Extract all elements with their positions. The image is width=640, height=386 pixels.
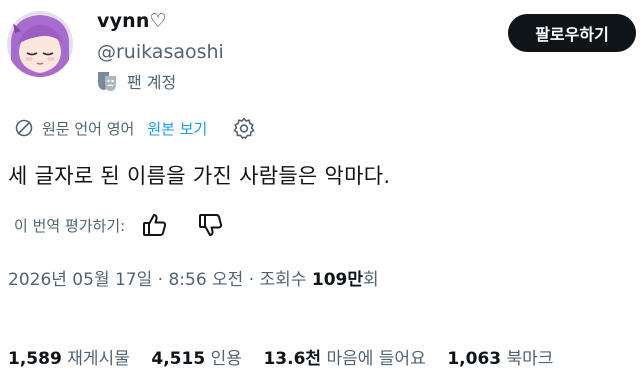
likes-stat[interactable]: 13.6천 마음에 들어요 [263, 349, 425, 369]
globe-icon [14, 118, 34, 138]
avatar-image [7, 11, 73, 77]
tweet-timestamp: 2026년 05월 17일 · 8:56 오전 · 조회수 109만회 [8, 265, 379, 290]
user-handle[interactable]: @ruikasaoshi [97, 41, 224, 63]
retweets-label: 재게시물 [67, 349, 130, 369]
quotes-stat[interactable]: 4,515 인용 [151, 349, 241, 369]
bookmarks-count: 1,063 [447, 349, 502, 369]
theater-mask-icon [97, 70, 117, 92]
gear-icon[interactable] [232, 116, 256, 140]
follow-button[interactable]: 팔로우하기 [508, 14, 636, 52]
view-original-link[interactable]: 원본 보기 [147, 118, 207, 139]
engagement-stats: 1,589 재게시물 4,515 인용 13.6천 마음에 들어요 1,063 … [8, 344, 553, 369]
views-count: 109만 [311, 270, 364, 290]
source-language-label: 원문 언어 영어 [42, 119, 135, 138]
bookmarks-label: 북마크 [506, 349, 554, 369]
views-suffix: 회 [363, 270, 379, 290]
bookmarks-stat[interactable]: 1,063 북마크 [447, 349, 553, 369]
display-name[interactable]: vynn♡ [97, 10, 167, 32]
fan-account-badge: 팬 계정 [97, 69, 176, 93]
fan-account-label: 팬 계정 [127, 73, 177, 92]
retweets-count: 1,589 [8, 349, 62, 369]
likes-label: 마음에 들어요 [326, 349, 426, 369]
thumbs-down-icon[interactable] [197, 211, 225, 239]
avatar[interactable] [7, 11, 73, 77]
translation-info: 원문 언어 영어 원본 보기 [14, 114, 256, 142]
quotes-label: 인용 [210, 349, 242, 369]
retweets-stat[interactable]: 1,589 재게시물 [8, 349, 130, 369]
date-time[interactable]: 2026년 05월 17일 · 8:56 오전 · 조회수 [8, 270, 312, 290]
rate-translation-label: 이 번역 평가하기: [14, 216, 126, 235]
translation-rating: 이 번역 평가하기: [14, 208, 225, 242]
quotes-count: 4,515 [151, 349, 206, 369]
tweet-text: 세 글자로 된 이름을 가진 사람들은 악마다. [8, 164, 391, 188]
likes-count: 13.6천 [263, 349, 322, 369]
thumbs-up-icon[interactable] [141, 211, 169, 239]
